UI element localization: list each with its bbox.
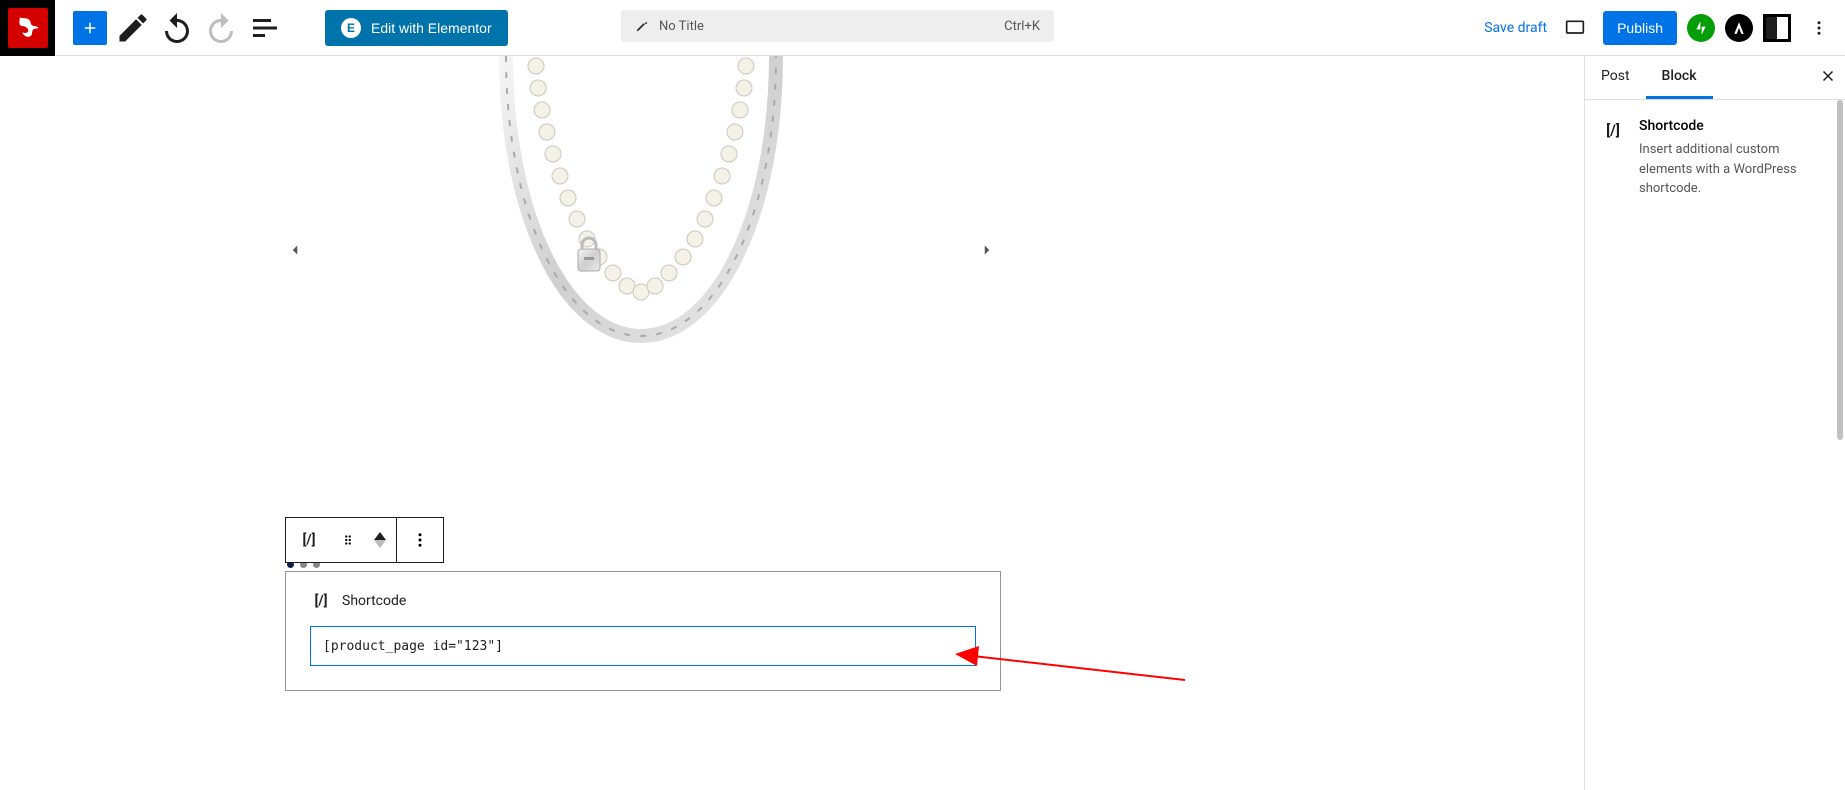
shortcode-block-label: Shortcode bbox=[342, 593, 406, 609]
drag-icon bbox=[341, 533, 355, 547]
shortcode-icon: [/] bbox=[310, 590, 332, 612]
block-type-button[interactable]: [/] bbox=[286, 518, 332, 562]
drag-handle[interactable] bbox=[332, 518, 364, 562]
publish-label: Publish bbox=[1617, 20, 1663, 36]
elementor-logo-icon: E bbox=[341, 18, 361, 38]
block-info-panel: [/] Shortcode Insert additional custom e… bbox=[1585, 100, 1845, 217]
tab-block[interactable]: Block bbox=[1646, 56, 1713, 99]
panel-icon bbox=[1766, 17, 1777, 39]
elementor-button-label: Edit with Elementor bbox=[371, 20, 492, 36]
settings-sidebar: Post Block [/] Shortcode Insert addition… bbox=[1584, 56, 1845, 790]
slider-prev-button[interactable] bbox=[286, 236, 304, 266]
editor-canvas: [/] [/] Shortcode bbox=[0, 56, 1584, 790]
block-info-title: Shortcode bbox=[1639, 118, 1829, 134]
block-more-options[interactable] bbox=[397, 518, 443, 562]
chevron-right-icon bbox=[978, 241, 996, 259]
astra-button[interactable] bbox=[1725, 14, 1753, 42]
sidebar-scrollbar[interactable] bbox=[1837, 100, 1843, 440]
kebab-icon bbox=[1810, 19, 1828, 37]
page-title-placeholder: No Title bbox=[659, 19, 704, 34]
shortcode-input[interactable] bbox=[310, 626, 976, 666]
document-overview-button[interactable] bbox=[247, 10, 283, 46]
shortcode-icon: [/] bbox=[303, 532, 316, 548]
undo-button[interactable] bbox=[159, 10, 195, 46]
more-options-button[interactable] bbox=[1801, 10, 1837, 46]
undo-icon bbox=[159, 10, 195, 46]
astra-icon bbox=[1732, 21, 1746, 35]
list-icon bbox=[247, 10, 283, 46]
chevron-left-icon bbox=[286, 241, 304, 259]
edit-mode-button[interactable] bbox=[115, 10, 151, 46]
sidebar-tabs: Post Block bbox=[1585, 56, 1845, 100]
shortcode-icon: [/] bbox=[1601, 118, 1625, 142]
pen-icon bbox=[635, 19, 649, 33]
edit-with-elementor-button[interactable]: E Edit with Elementor bbox=[325, 10, 508, 46]
redo-button[interactable] bbox=[203, 10, 239, 46]
jetpack-icon bbox=[1693, 20, 1709, 36]
topbar-right-group: Save draft Publish bbox=[1484, 0, 1837, 56]
preview-button[interactable] bbox=[1557, 10, 1593, 46]
redo-icon bbox=[203, 10, 239, 46]
up-down-icon bbox=[374, 532, 386, 548]
site-logo[interactable] bbox=[0, 0, 55, 56]
annotation-arrow bbox=[955, 646, 1185, 686]
dragon-icon bbox=[8, 8, 48, 48]
slider-next-button[interactable] bbox=[978, 236, 996, 266]
page-title-input[interactable]: No Title Ctrl+K bbox=[621, 10, 1054, 42]
publish-button[interactable]: Publish bbox=[1603, 11, 1677, 45]
editor-topbar: E Edit with Elementor No Title Ctrl+K Sa… bbox=[0, 0, 1845, 56]
product-image bbox=[426, 56, 856, 386]
title-shortcut: Ctrl+K bbox=[1004, 19, 1040, 34]
settings-panel-toggle[interactable] bbox=[1763, 14, 1791, 42]
add-block-button[interactable] bbox=[73, 11, 107, 45]
topbar-left-group: E Edit with Elementor bbox=[0, 0, 508, 56]
close-sidebar-button[interactable] bbox=[1819, 66, 1837, 90]
desktop-icon bbox=[1565, 18, 1585, 38]
product-image-slider bbox=[286, 56, 996, 456]
shortcode-block[interactable]: [/] Shortcode bbox=[285, 571, 1001, 691]
block-toolbar: [/] bbox=[285, 517, 444, 563]
block-info-description: Insert additional custom elements with a… bbox=[1639, 140, 1829, 199]
plus-icon bbox=[81, 19, 99, 37]
kebab-icon bbox=[411, 531, 429, 549]
close-icon bbox=[1819, 67, 1837, 85]
jetpack-button[interactable] bbox=[1687, 14, 1715, 42]
pencil-icon bbox=[115, 10, 151, 46]
move-updown-button[interactable] bbox=[364, 518, 396, 562]
shortcode-block-header: [/] Shortcode bbox=[310, 590, 976, 612]
save-draft-link[interactable]: Save draft bbox=[1484, 20, 1547, 36]
tab-post[interactable]: Post bbox=[1585, 56, 1646, 99]
